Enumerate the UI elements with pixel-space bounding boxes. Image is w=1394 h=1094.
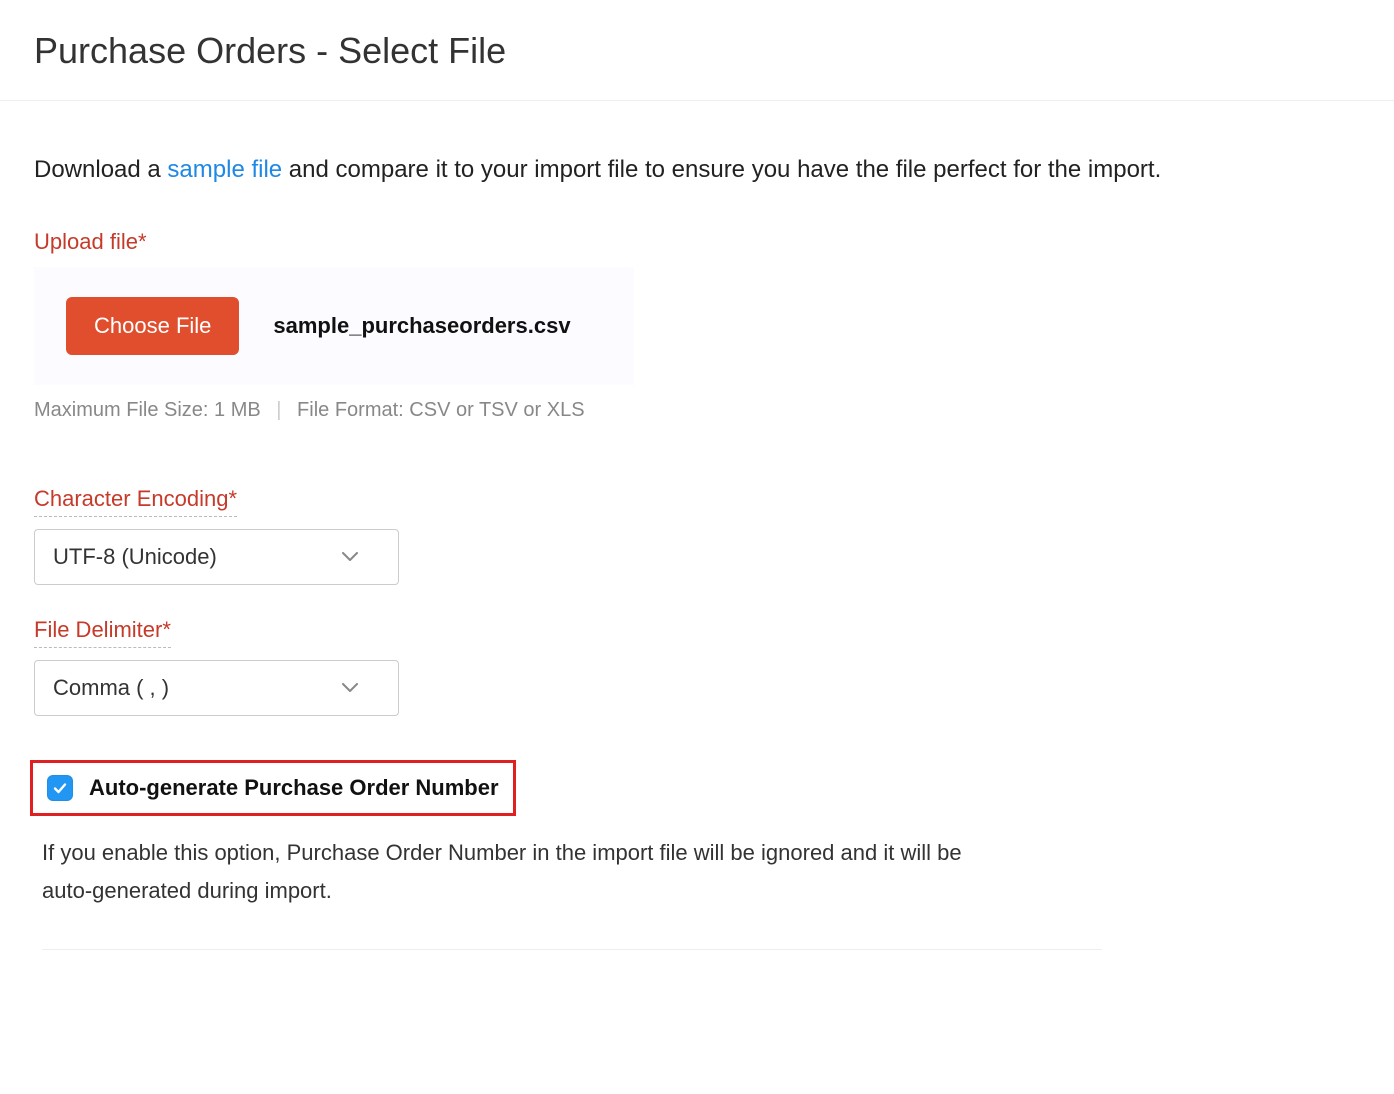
- encoding-value: UTF-8 (Unicode): [53, 544, 217, 570]
- upload-field: Upload file* Choose File sample_purchase…: [34, 229, 1166, 422]
- section-divider: [42, 949, 1102, 950]
- hint-separator: |: [276, 399, 281, 421]
- autogen-label: Auto-generate Purchase Order Number: [89, 775, 499, 801]
- delimiter-label: File Delimiter*: [34, 617, 171, 648]
- hint-file-format: File Format: CSV or TSV or XLS: [297, 399, 585, 421]
- autogen-highlight: Auto-generate Purchase Order Number: [30, 760, 516, 816]
- intro-after: and compare it to your import file to en…: [282, 156, 1161, 183]
- page-title: Purchase Orders - Select File: [0, 0, 1394, 100]
- selected-file-name: sample_purchaseorders.csv: [273, 313, 570, 339]
- delimiter-field: File Delimiter* Comma ( , ): [34, 617, 1166, 716]
- encoding-field: Character Encoding* UTF-8 (Unicode): [34, 486, 1166, 585]
- autogen-checkbox[interactable]: [47, 775, 73, 801]
- delimiter-select[interactable]: Comma ( , ): [34, 660, 399, 716]
- hint-max-size: Maximum File Size: 1 MB: [34, 399, 261, 421]
- autogen-help-text: If you enable this option, Purchase Orde…: [42, 834, 1002, 909]
- intro-before: Download a: [34, 156, 167, 183]
- delimiter-value: Comma ( , ): [53, 675, 169, 701]
- upload-hint: Maximum File Size: 1 MB | File Format: C…: [34, 399, 1166, 422]
- upload-label: Upload file*: [34, 229, 147, 255]
- sample-file-link[interactable]: sample file: [167, 156, 282, 183]
- encoding-label: Character Encoding*: [34, 486, 237, 517]
- upload-box: Choose File sample_purchaseorders.csv: [34, 267, 634, 385]
- chevron-down-icon: [342, 552, 358, 562]
- form-content: Download a sample file and compare it to…: [0, 101, 1200, 950]
- choose-file-button[interactable]: Choose File: [66, 297, 239, 355]
- chevron-down-icon: [342, 683, 358, 693]
- encoding-select[interactable]: UTF-8 (Unicode): [34, 529, 399, 585]
- intro-text: Download a sample file and compare it to…: [34, 151, 1166, 189]
- check-icon: [52, 780, 68, 796]
